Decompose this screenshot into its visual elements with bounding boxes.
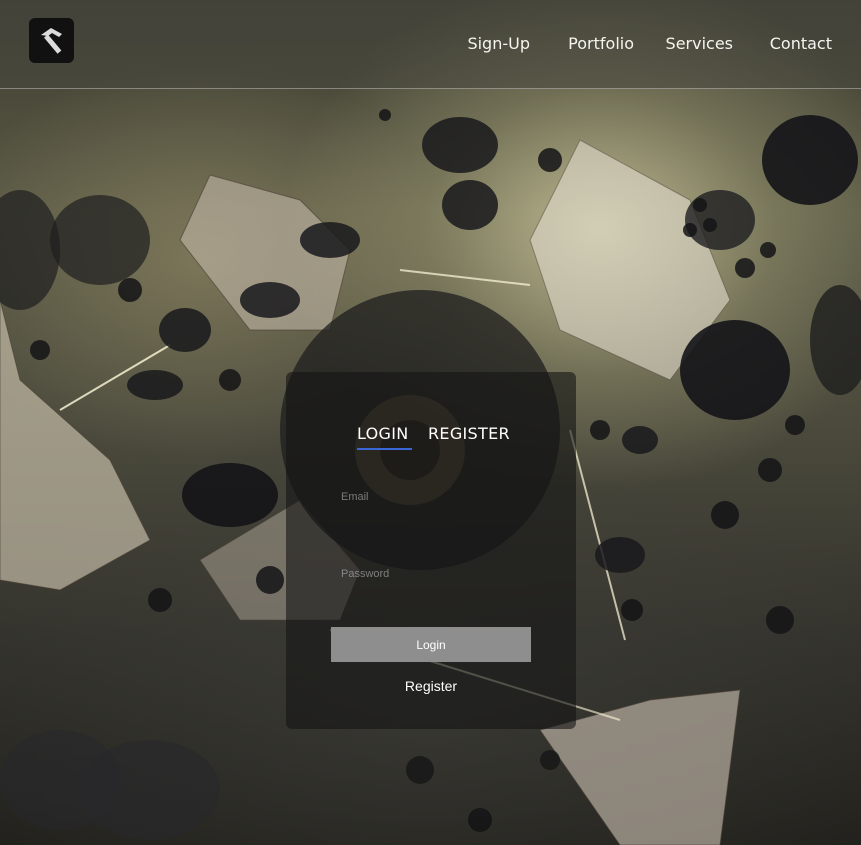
site-logo[interactable] [29,18,74,63]
tab-login[interactable]: LOGIN [357,424,409,443]
email-field[interactable] [341,484,531,510]
nav-contact[interactable]: Contact [770,34,832,53]
top-navbar: Sign-Up Portfolio Services Contact [0,0,861,89]
nav-portfolio[interactable]: Portfolio [568,34,634,53]
active-tab-indicator [357,448,412,450]
register-link[interactable]: Register [286,678,576,694]
login-panel: LOGIN REGISTER Login Register [286,372,576,729]
hammer-icon [41,28,62,54]
nav-services[interactable]: Services [666,34,733,53]
tab-register[interactable]: REGISTER [428,424,510,443]
login-button[interactable]: Login [331,627,531,662]
password-field[interactable] [341,561,531,587]
nav-sign-up[interactable]: Sign-Up [467,34,530,53]
